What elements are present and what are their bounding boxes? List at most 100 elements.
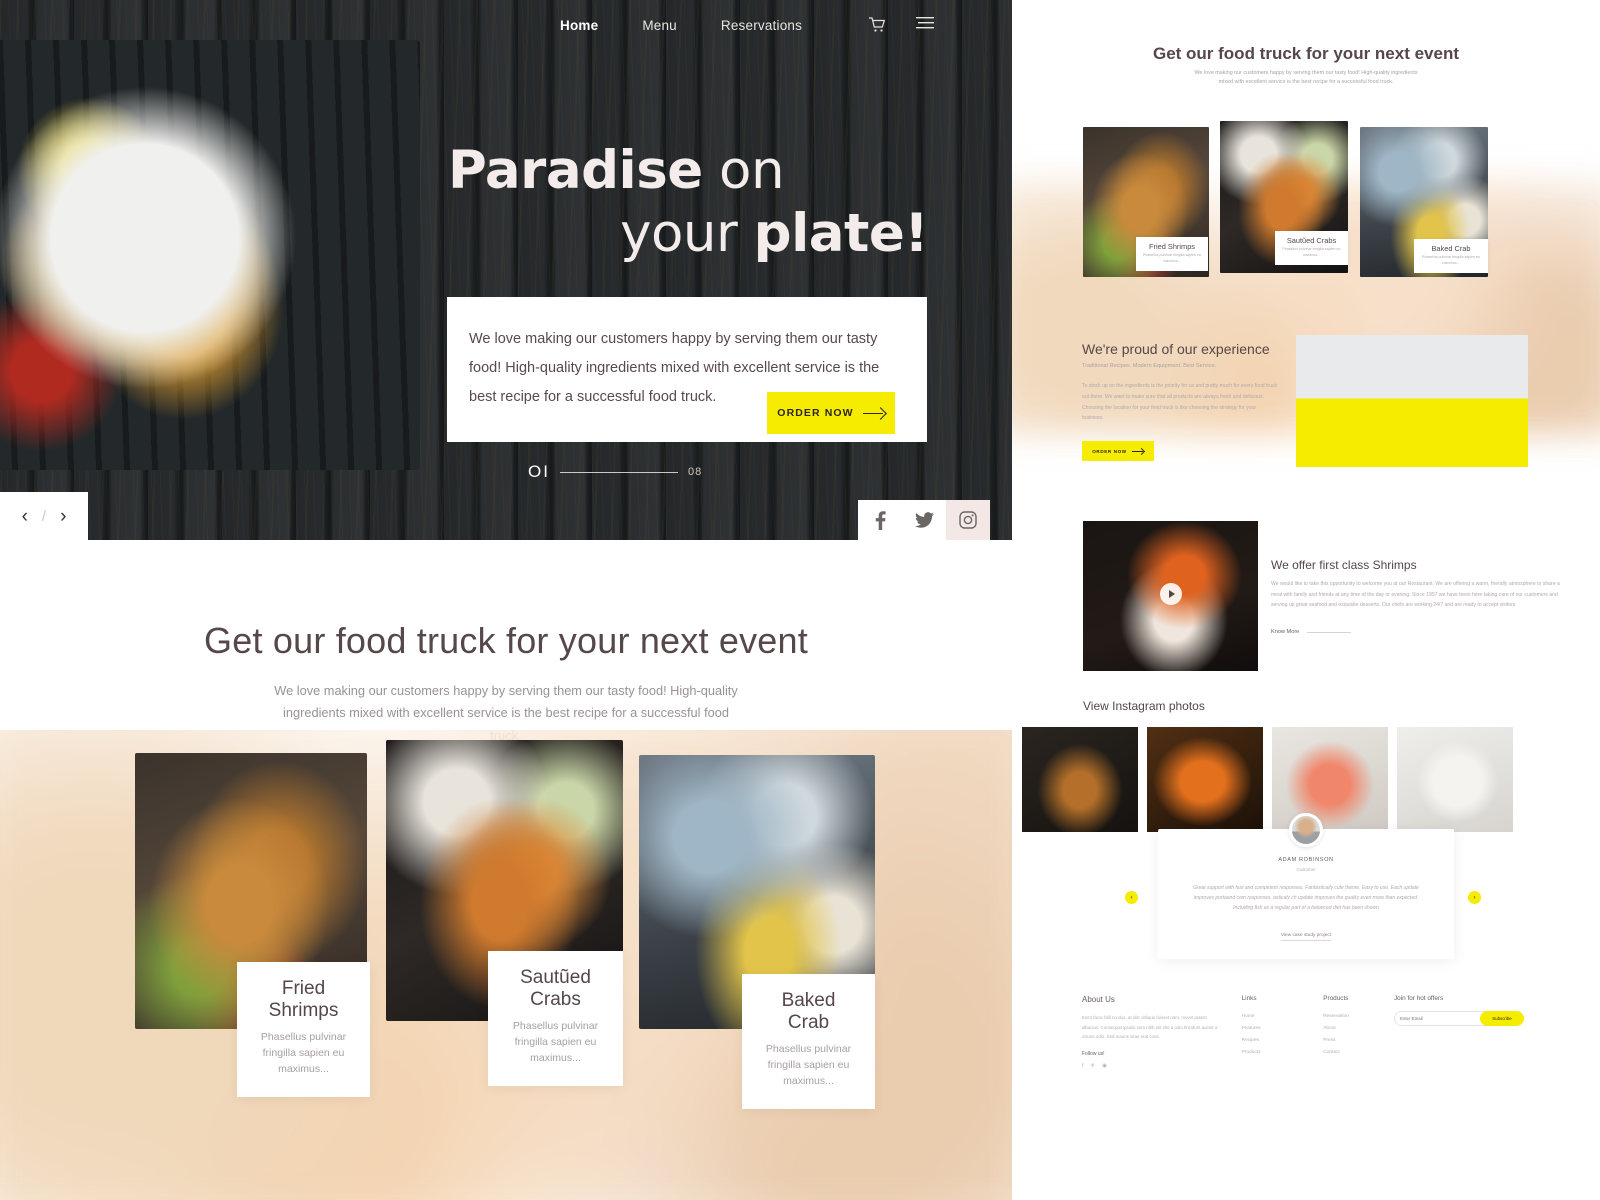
- footer-products-title: Products: [1323, 995, 1349, 1003]
- footer-link-contact[interactable]: Contact: [1323, 1047, 1394, 1059]
- testimonial-role: Customer: [1296, 867, 1316, 873]
- slide-progress-line: [559, 471, 678, 473]
- carousel-next-icon[interactable]: ›: [60, 507, 66, 526]
- page-preview: Get our food truck for your next event W…: [1012, 0, 1600, 1200]
- page-preview-content: Get our food truck for your next event W…: [1012, 0, 1600, 1069]
- preview-food-cards: Fried Shrimps Phasellus pulvinar fringil…: [1012, 105, 1600, 436]
- footer-links-column: Links Home Features Recipes Products: [1242, 995, 1324, 1069]
- twitter-icon[interactable]: [902, 500, 946, 540]
- footer-newsletter-column: Join for hot offers Subscribe: [1393, 995, 1530, 1069]
- footer-links-title: Links: [1241, 995, 1257, 1003]
- food-card-2-title: Sautũed Crabs: [520, 967, 591, 1010]
- email-field[interactable]: [1393, 1011, 1486, 1027]
- preview-food-card-1-desc: Phasellus pulvinar fringilla sapien eu m…: [1142, 253, 1202, 263]
- testimonial-link-label: View case study project: [1280, 933, 1332, 942]
- preview-order-now-label: ORDER NOW: [1092, 448, 1127, 454]
- nav-link-menu[interactable]: Menu: [642, 18, 677, 33]
- desktop-view: Home Menu Reservations Paradise on your …: [0, 0, 1012, 1200]
- footer-link-products[interactable]: Products: [1242, 1047, 1324, 1059]
- carousel-prev-icon[interactable]: ‹: [22, 507, 28, 526]
- carousel-controls: ‹ / ›: [0, 492, 88, 540]
- hero-title-word3: your: [620, 202, 754, 264]
- hero-social-bar: [858, 500, 990, 540]
- footer-link-home[interactable]: Home: [1242, 1011, 1324, 1023]
- instagram-icon[interactable]: ◉: [1102, 1063, 1107, 1069]
- instagram-photo-3[interactable]: [1272, 727, 1388, 833]
- footer-link-reservation[interactable]: Reservation: [1323, 1011, 1394, 1023]
- cart-icon[interactable]: [868, 16, 886, 34]
- carousel-separator: /: [41, 507, 47, 525]
- footer-link-press[interactable]: Press: [1323, 1035, 1394, 1047]
- testimonial-prev-button[interactable]: ‹: [1125, 891, 1138, 905]
- subscribe-button[interactable]: Subscribe: [1479, 1011, 1524, 1027]
- preview-event-subtitle: We love making our customers happy by se…: [1194, 70, 1418, 86]
- footer-about-body: Enim facer falli no duo, at elitr obliqu…: [1082, 1015, 1218, 1039]
- food-card-3-title: Baked Crab: [781, 990, 836, 1033]
- food-card-2-desc: Phasellus pulvinar fringilla sapien eu m…: [512, 1020, 599, 1064]
- order-now-label: ORDER NOW: [777, 407, 854, 419]
- preview-food-card-3-desc: Phasellus pulvinar fringilla sapien eu m…: [1421, 255, 1481, 265]
- testimonial-link[interactable]: View case study project: [1158, 933, 1454, 942]
- preview-experience-section: We're proud of our experience Traditiona…: [1012, 335, 1600, 501]
- preview-experience-body: To stock up on the ingredients is the pr…: [1082, 383, 1278, 422]
- preview-order-now-button[interactable]: ORDER NOW: [1082, 441, 1154, 462]
- facebook-icon[interactable]: [858, 500, 902, 540]
- order-now-button[interactable]: ORDER NOW: [767, 392, 895, 434]
- instagram-icon[interactable]: [946, 500, 990, 540]
- food-card-2-caption: Sautũed Crabs Phasellus pulvinar fringil…: [488, 951, 623, 1087]
- nav-link-reservations[interactable]: Reservations: [721, 18, 802, 33]
- nav-link-home[interactable]: Home: [560, 18, 598, 33]
- footer-products-column: Products Reservation About Press Contact: [1323, 995, 1394, 1069]
- preview-food-card-2-caption: Sautũed Crabs Phasellus pulvinar fringil…: [1275, 231, 1348, 265]
- nav-links: Home Menu Reservations: [560, 0, 802, 50]
- preview-instagram-title: View Instagram photos: [1083, 699, 1205, 714]
- hero-title-word2: on: [702, 140, 785, 201]
- slide-total: 08: [687, 466, 703, 478]
- brand-logo[interactable]: [140, 2, 230, 28]
- preview-experience-image: [1296, 335, 1528, 468]
- top-navigation: Home Menu Reservations: [0, 0, 1012, 50]
- instagram-photo-2[interactable]: [1147, 727, 1263, 833]
- arrow-right-icon: [1131, 449, 1144, 454]
- hero-title: Paradise on your plate!: [448, 140, 929, 265]
- footer-about-title: About Us: [1082, 995, 1115, 1005]
- testimonial-card: ADAM ROBINSON Customer Great support wit…: [1158, 813, 1454, 960]
- slide-counter: OI 08: [528, 462, 702, 482]
- food-card-1-caption: Fried Shrimps Phasellus pulvinar fringil…: [237, 962, 370, 1098]
- testimonial-next-button[interactable]: ›: [1468, 891, 1481, 905]
- food-card-3-desc: Phasellus pulvinar fringilla sapien eu m…: [765, 1043, 852, 1087]
- preview-experience-subtitle: Traditional Recipes. Modern Equipment. B…: [1082, 363, 1217, 370]
- instagram-photo-1[interactable]: [1022, 727, 1138, 833]
- hero-section: Home Menu Reservations Paradise on your …: [0, 0, 1012, 540]
- arrow-right-icon: [862, 409, 885, 418]
- preview-shrimps-section: We offer first class Shrimps We would li…: [1012, 521, 1600, 691]
- know-more-link[interactable]: Know More: [1271, 629, 1352, 636]
- newsletter-title: Join for hot offers: [1393, 995, 1444, 1003]
- hamburger-icon[interactable]: [916, 16, 934, 34]
- know-more-line: [1307, 631, 1352, 633]
- facebook-icon[interactable]: f: [1082, 1063, 1084, 1069]
- twitter-icon[interactable]: ✈: [1091, 1063, 1096, 1069]
- testimonial-section: ‹ › ADAM ROBINSON Customer Great support…: [1012, 813, 1600, 969]
- footer-link-about[interactable]: About: [1323, 1023, 1394, 1035]
- footer-social-row: f ✈ ◉: [1082, 1063, 1242, 1069]
- footer-link-recipes[interactable]: Recipes: [1242, 1035, 1324, 1047]
- footer-columns: About Us Enim facer falli no duo, at eli…: [1082, 995, 1530, 1069]
- preview-food-card-1-title: Fried Shrimps: [1149, 242, 1195, 252]
- slide-current: OI: [528, 462, 550, 481]
- preview-shrimps-body: We would like to take this opportunity t…: [1271, 581, 1560, 608]
- instagram-photo-row: [1022, 727, 1513, 833]
- preview-food-card-2-desc: Phasellus pulvinar fringilla sapien eu m…: [1282, 247, 1341, 257]
- footer-link-features[interactable]: Features: [1242, 1023, 1324, 1035]
- food-card-3-caption: Baked Crab Phasellus pulvinar fringilla …: [742, 974, 875, 1110]
- footer: About Us Enim facer falli no duo, at eli…: [1012, 995, 1600, 1069]
- preview-event-section: Get our food truck for your next event W…: [1012, 0, 1600, 87]
- nav-icons: [868, 0, 934, 50]
- page-root: Home Menu Reservations Paradise on your …: [0, 0, 1600, 1200]
- event-section: Get our food truck for your next event W…: [0, 540, 1012, 1200]
- know-more-label: Know More: [1271, 629, 1300, 636]
- footer-about-column: About Us Enim facer falli no duo, at eli…: [1082, 995, 1242, 1069]
- preview-event-title: Get our food truck for your next event: [1152, 44, 1460, 63]
- food-cards: Fried Shrimps Phasellus pulvinar fringil…: [0, 540, 1012, 1110]
- instagram-photo-4[interactable]: [1397, 727, 1513, 833]
